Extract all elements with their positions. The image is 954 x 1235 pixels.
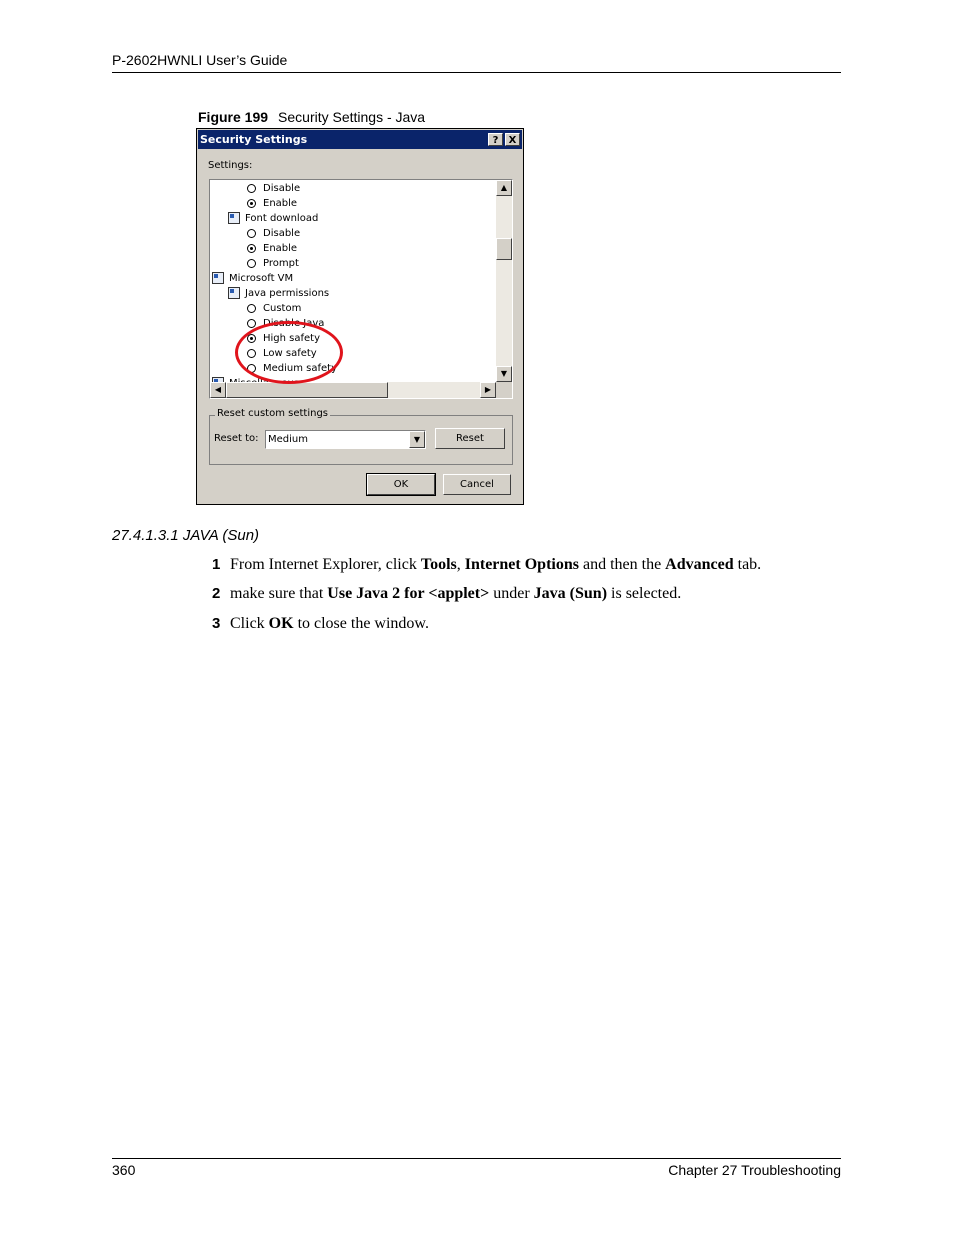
tree-node[interactable]: Java permissions	[228, 286, 329, 301]
option-label: Enable	[263, 198, 298, 209]
radio-unchecked-icon	[247, 318, 256, 328]
dialog-title: Security Settings	[200, 133, 308, 146]
reset-group-label: Reset custom settings	[215, 408, 330, 419]
step-bold-text: Internet Options	[464, 556, 579, 573]
step-text: to close the window.	[293, 615, 429, 632]
figure-caption: Figure 199 Security Settings - Java	[198, 109, 425, 125]
horizontal-scrollbar[interactable]: ◀ ▶	[210, 382, 496, 398]
step-bold-text: Java (Sun)	[533, 585, 608, 602]
horizontal-scroll-thumb[interactable]	[226, 382, 388, 398]
option-label: Disable	[263, 183, 301, 194]
option-label: Prompt	[263, 258, 299, 269]
highlight-circle	[235, 321, 343, 384]
settings-node-icon	[212, 272, 224, 284]
figure-label: Figure 199	[198, 109, 269, 125]
option-label: Java permissions	[245, 288, 330, 299]
footer-rule	[112, 1158, 841, 1159]
step-text: ,	[456, 556, 465, 573]
radio-checked-icon	[247, 243, 256, 253]
radio-option[interactable]: Custom	[247, 301, 301, 316]
footer-chapter: Chapter 27 Troubleshooting	[668, 1162, 841, 1178]
step-text: Click	[230, 615, 269, 632]
radio-option[interactable]: Enable	[247, 196, 297, 211]
security-settings-dialog: Security Settings ? X Settings: Disable E…	[196, 128, 524, 505]
step-number: 1	[212, 556, 221, 573]
radio-option[interactable]: Enable	[247, 241, 297, 256]
step-number: 2	[212, 585, 221, 602]
tree-node[interactable]: Microsoft VM	[212, 271, 293, 286]
page-number: 360	[112, 1162, 136, 1178]
step-number: 3	[212, 615, 221, 632]
step-item: 1 From Internet Explorer, click Tools, In…	[212, 556, 761, 574]
step-item: 2 make sure that Use Java 2 for <applet> …	[212, 585, 681, 603]
scrollbar-corner	[496, 382, 512, 398]
settings-node-icon	[228, 287, 240, 299]
step-text: tab.	[733, 556, 762, 573]
step-text: under	[489, 585, 534, 602]
step-bold-text: Tools	[420, 556, 457, 573]
option-label: Font download	[245, 213, 319, 224]
settings-label: Settings:	[208, 160, 253, 171]
reset-to-value: Medium	[268, 434, 308, 445]
dialog-titlebar[interactable]: Security Settings ? X	[198, 130, 522, 149]
reset-to-select[interactable]: Medium ▼	[265, 430, 426, 449]
option-label: Custom	[263, 303, 302, 314]
scroll-left-icon[interactable]: ◀	[210, 382, 226, 398]
figure-title: Security Settings - Java	[278, 109, 426, 125]
radio-unchecked-icon	[247, 258, 256, 268]
reset-button[interactable]: Reset	[435, 428, 505, 449]
running-header-title: P-2602HWNLI User’s Guide	[112, 52, 288, 68]
radio-unchecked-icon	[247, 183, 256, 193]
step-text: make sure that	[230, 585, 328, 602]
help-button[interactable]: ?	[488, 133, 503, 146]
reset-to-label: Reset to:	[214, 433, 259, 444]
radio-unchecked-icon	[247, 303, 256, 313]
scroll-down-icon[interactable]: ▼	[496, 366, 512, 382]
option-label: Microsoft VM	[229, 273, 294, 284]
step-item: 3 Click OK to close the window.	[212, 615, 429, 633]
ok-button[interactable]: OK	[366, 473, 436, 496]
chevron-down-icon[interactable]: ▼	[409, 431, 425, 448]
vertical-scrollbar[interactable]: ▲ ▼	[496, 180, 512, 382]
option-label: Disable	[263, 228, 301, 239]
step-text: From Internet Explorer, click	[230, 556, 421, 573]
step-bold-text: OK	[268, 615, 294, 632]
step-text: and then the	[578, 556, 666, 573]
scroll-right-icon[interactable]: ▶	[480, 382, 496, 398]
option-label: Enable	[263, 243, 298, 254]
step-bold-text: Use Java 2 for <applet>	[327, 585, 490, 602]
radio-option[interactable]: Prompt	[247, 256, 299, 271]
step-bold-text: Advanced	[665, 556, 734, 573]
settings-node-icon	[228, 212, 240, 224]
radio-unchecked-icon	[247, 228, 256, 238]
radio-option[interactable]: Disable	[247, 181, 300, 196]
vertical-scroll-thumb[interactable]	[496, 238, 512, 260]
scroll-up-icon[interactable]: ▲	[496, 180, 512, 196]
step-text: is selected.	[607, 585, 682, 602]
header-rule	[112, 72, 841, 73]
close-button[interactable]: X	[505, 133, 520, 146]
radio-option[interactable]: Disable	[247, 226, 300, 241]
cancel-button[interactable]: Cancel	[443, 474, 511, 495]
tree-node[interactable]: Font download	[228, 211, 318, 226]
radio-checked-icon	[247, 198, 256, 208]
section-heading: 27.4.1.3.1 JAVA (Sun)	[112, 527, 260, 544]
